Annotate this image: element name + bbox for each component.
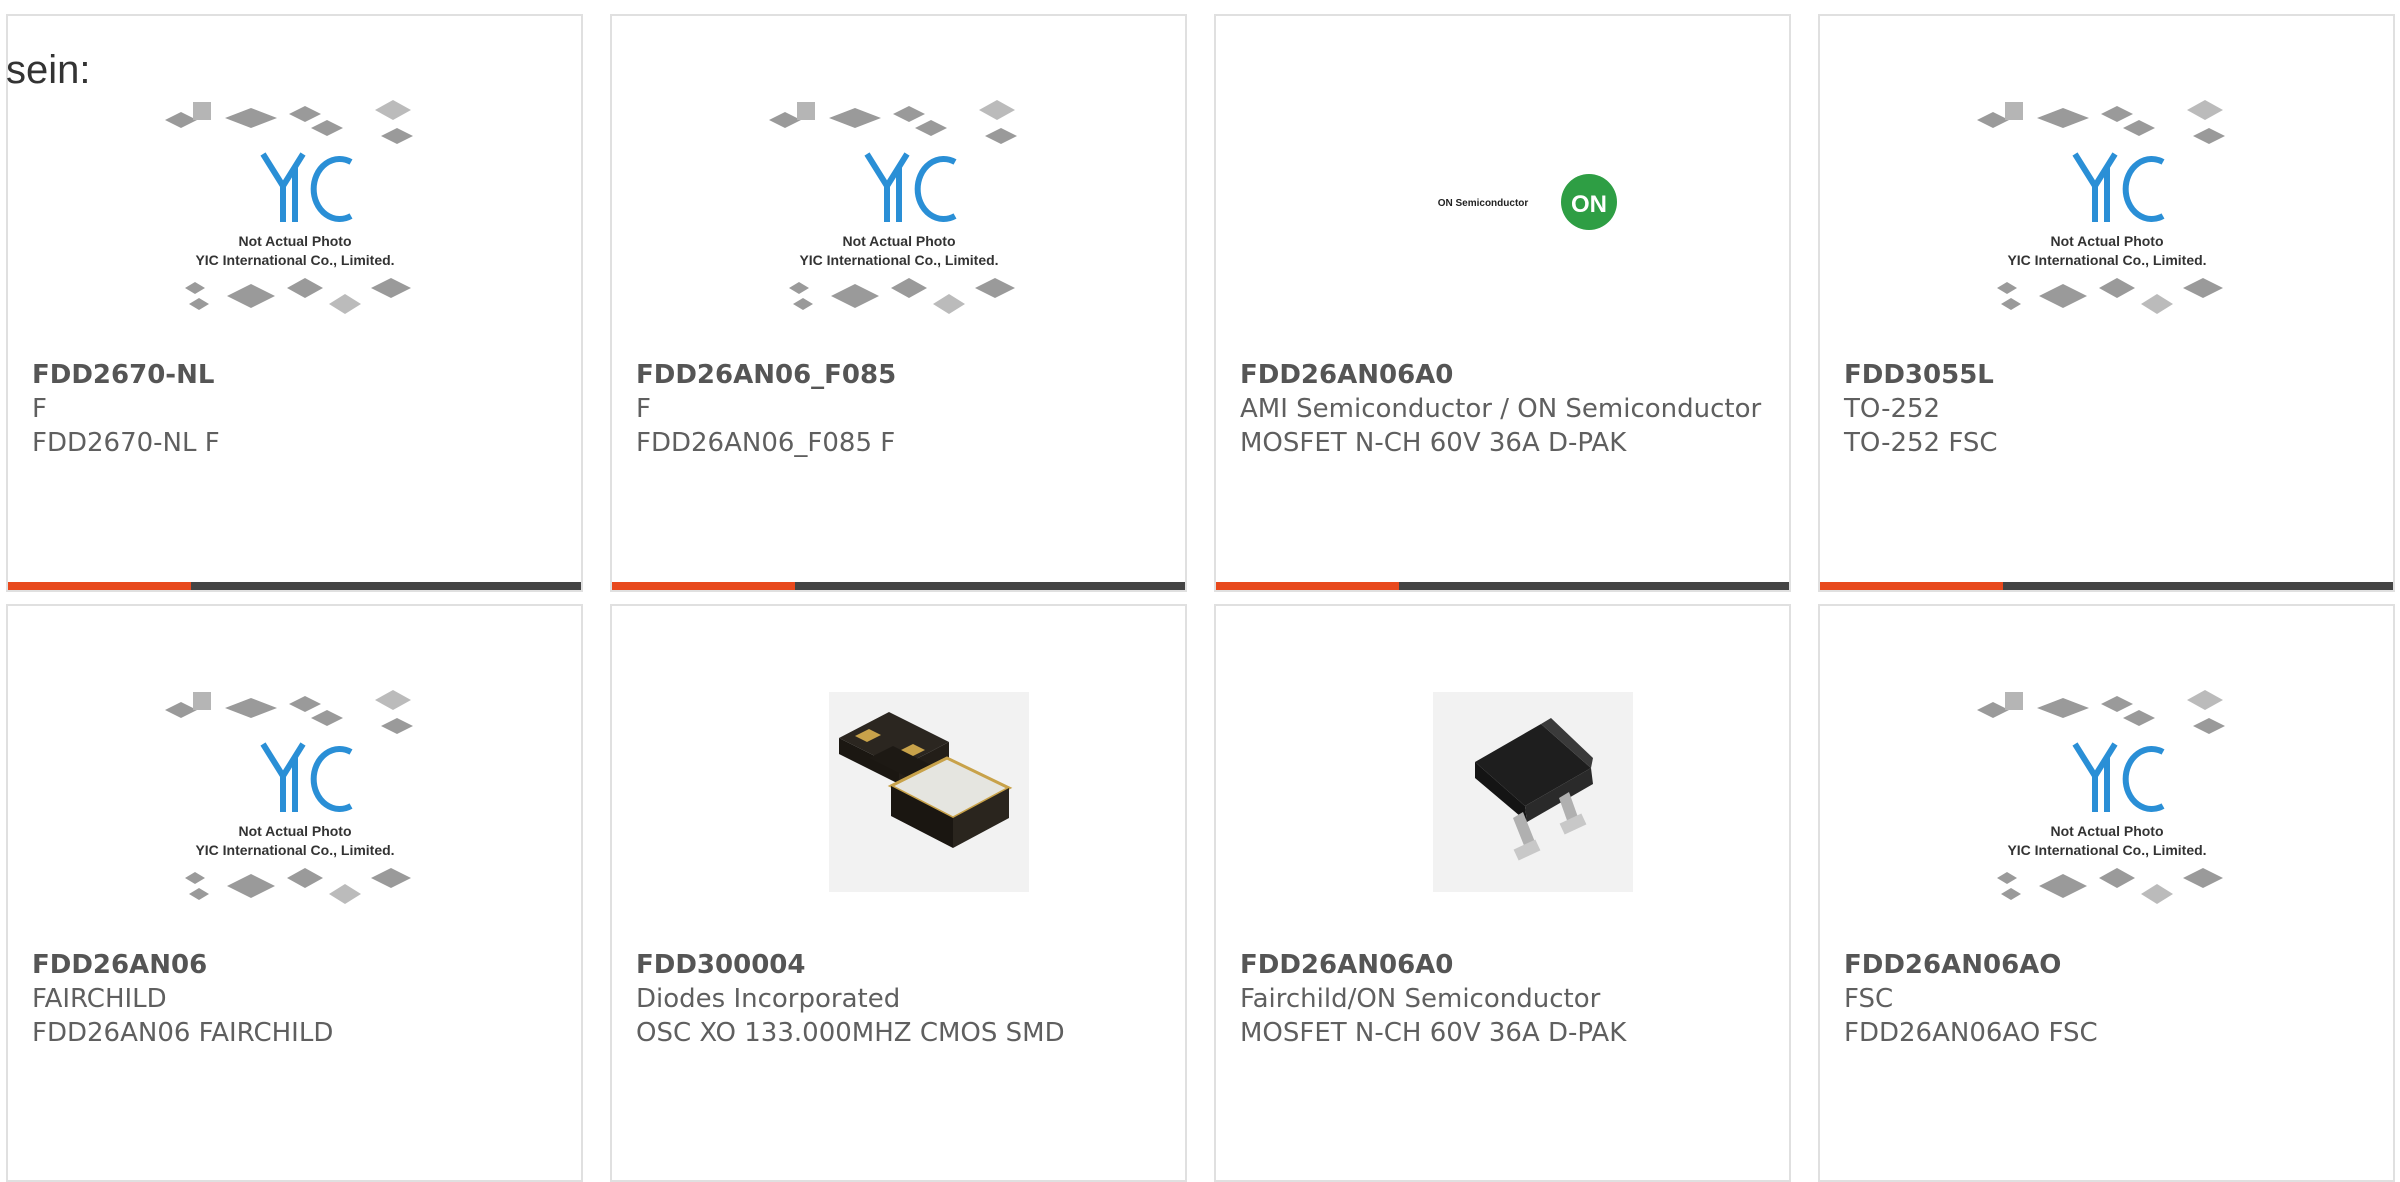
product-card[interactable]: FDD26AN06A0 Fairchild/ON Semiconductor M… (1214, 604, 1791, 1182)
product-card[interactable]: FDD300004 Diodes Incorporated OSC XO 133… (610, 604, 1187, 1182)
manufacturer: Diodes Incorporated (636, 984, 901, 1014)
on-logo-badge: ON (1571, 191, 1607, 218)
description: FDD2670-NL F (32, 428, 220, 458)
card-bar (8, 582, 581, 590)
card-bar (612, 582, 1185, 590)
dpak-transistor-photo (1363, 672, 1643, 912)
part-number[interactable]: FDD26AN06_F085 (636, 358, 1169, 392)
description: OSC XO 133.000MHZ CMOS SMD (636, 1018, 1065, 1048)
intro-text: sein: (6, 48, 91, 92)
part-number[interactable]: FDD3055L (1844, 358, 2377, 392)
product-card[interactable]: Not Actual Photo YIC International Co., … (610, 14, 1187, 592)
description: MOSFET N-CH 60V 36A D-PAK (1240, 428, 1627, 458)
placeholder-caption-1: Not Actual Photo (238, 233, 351, 249)
placeholder-caption-1: Not Actual Photo (2050, 823, 2163, 839)
description: TO-252 FSC (1844, 428, 1998, 458)
card-bar (1820, 582, 2393, 590)
manufacturer: TO-252 (1844, 394, 1941, 424)
manufacturer: Fairchild/ON Semiconductor (1240, 984, 1601, 1014)
product-card[interactable]: Not Actual Photo YIC International Co., … (1818, 14, 2395, 592)
placeholder-caption-2: YIC International Co., Limited. (799, 252, 998, 268)
on-logo-text: ON Semiconductor (1437, 198, 1528, 209)
placeholder-image: Not Actual Photo YIC International Co., … (155, 672, 435, 912)
part-number[interactable]: FDD26AN06A0 (1240, 948, 1773, 982)
crystal-oscillator-photo (759, 672, 1039, 912)
placeholder-image: Not Actual Photo YIC International Co., … (759, 82, 1039, 322)
part-number[interactable]: FDD300004 (636, 948, 1169, 982)
placeholder-image: Not Actual Photo YIC International Co., … (1967, 672, 2247, 912)
manufacturer: FAIRCHILD (32, 984, 167, 1014)
placeholder-caption-2: YIC International Co., Limited. (195, 842, 394, 858)
placeholder-image: Not Actual Photo YIC International Co., … (155, 82, 435, 322)
placeholder-caption-2: YIC International Co., Limited. (2007, 842, 2206, 858)
description: FDD26AN06AO FSC (1844, 1018, 2098, 1048)
on-semiconductor-logo: ON Semiconductor ON (1363, 82, 1643, 322)
description: FDD26AN06_F085 F (636, 428, 896, 458)
manufacturer: F (636, 394, 651, 424)
description: FDD26AN06 FAIRCHILD (32, 1018, 334, 1048)
part-number[interactable]: FDD26AN06A0 (1240, 358, 1773, 392)
part-number[interactable]: FDD26AN06 (32, 948, 565, 982)
part-number[interactable]: FDD2670-NL (32, 358, 565, 392)
card-bar (1216, 582, 1789, 590)
placeholder-caption-2: YIC International Co., Limited. (2007, 252, 2206, 268)
description: MOSFET N-CH 60V 36A D-PAK (1240, 1018, 1627, 1048)
product-card[interactable]: Not Actual Photo YIC International Co., … (6, 14, 583, 592)
placeholder-caption-2: YIC International Co., Limited. (195, 252, 394, 268)
manufacturer: AMI Semiconductor / ON Semiconductor (1240, 394, 1762, 424)
manufacturer: FSC (1844, 984, 1894, 1014)
manufacturer: F (32, 394, 47, 424)
product-card[interactable]: Not Actual Photo YIC International Co., … (6, 604, 583, 1182)
placeholder-caption-1: Not Actual Photo (238, 823, 351, 839)
placeholder-image: Not Actual Photo YIC International Co., … (1967, 82, 2247, 322)
placeholder-caption-1: Not Actual Photo (2050, 233, 2163, 249)
part-number[interactable]: FDD26AN06AO (1844, 948, 2377, 982)
product-card[interactable]: Not Actual Photo YIC International Co., … (1818, 604, 2395, 1182)
product-card[interactable]: ON Semiconductor ON FDD26AN06A0 AMI Semi… (1214, 14, 1791, 592)
placeholder-caption-1: Not Actual Photo (842, 233, 955, 249)
